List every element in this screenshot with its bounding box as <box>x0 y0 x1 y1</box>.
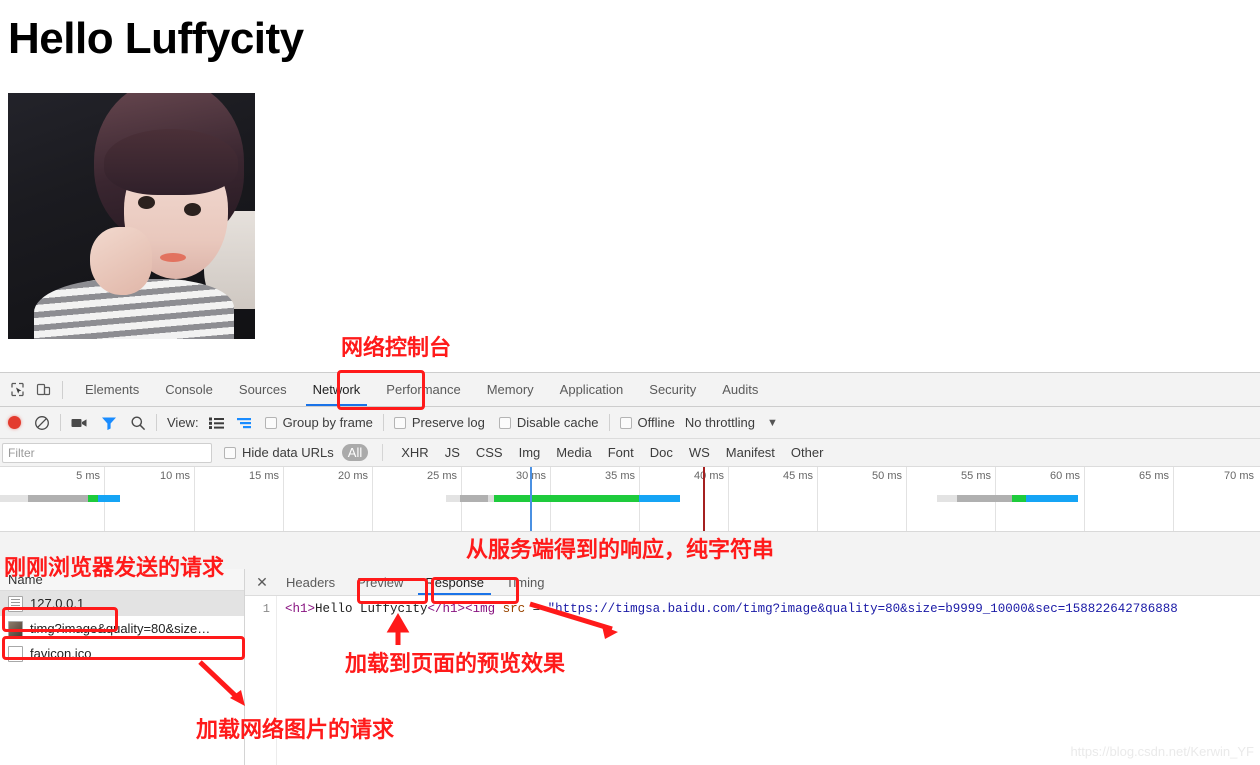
watermark: https://blog.csdn.net/Kerwin_YF <box>1070 744 1254 759</box>
annotation-arrow-preview <box>198 601 618 706</box>
